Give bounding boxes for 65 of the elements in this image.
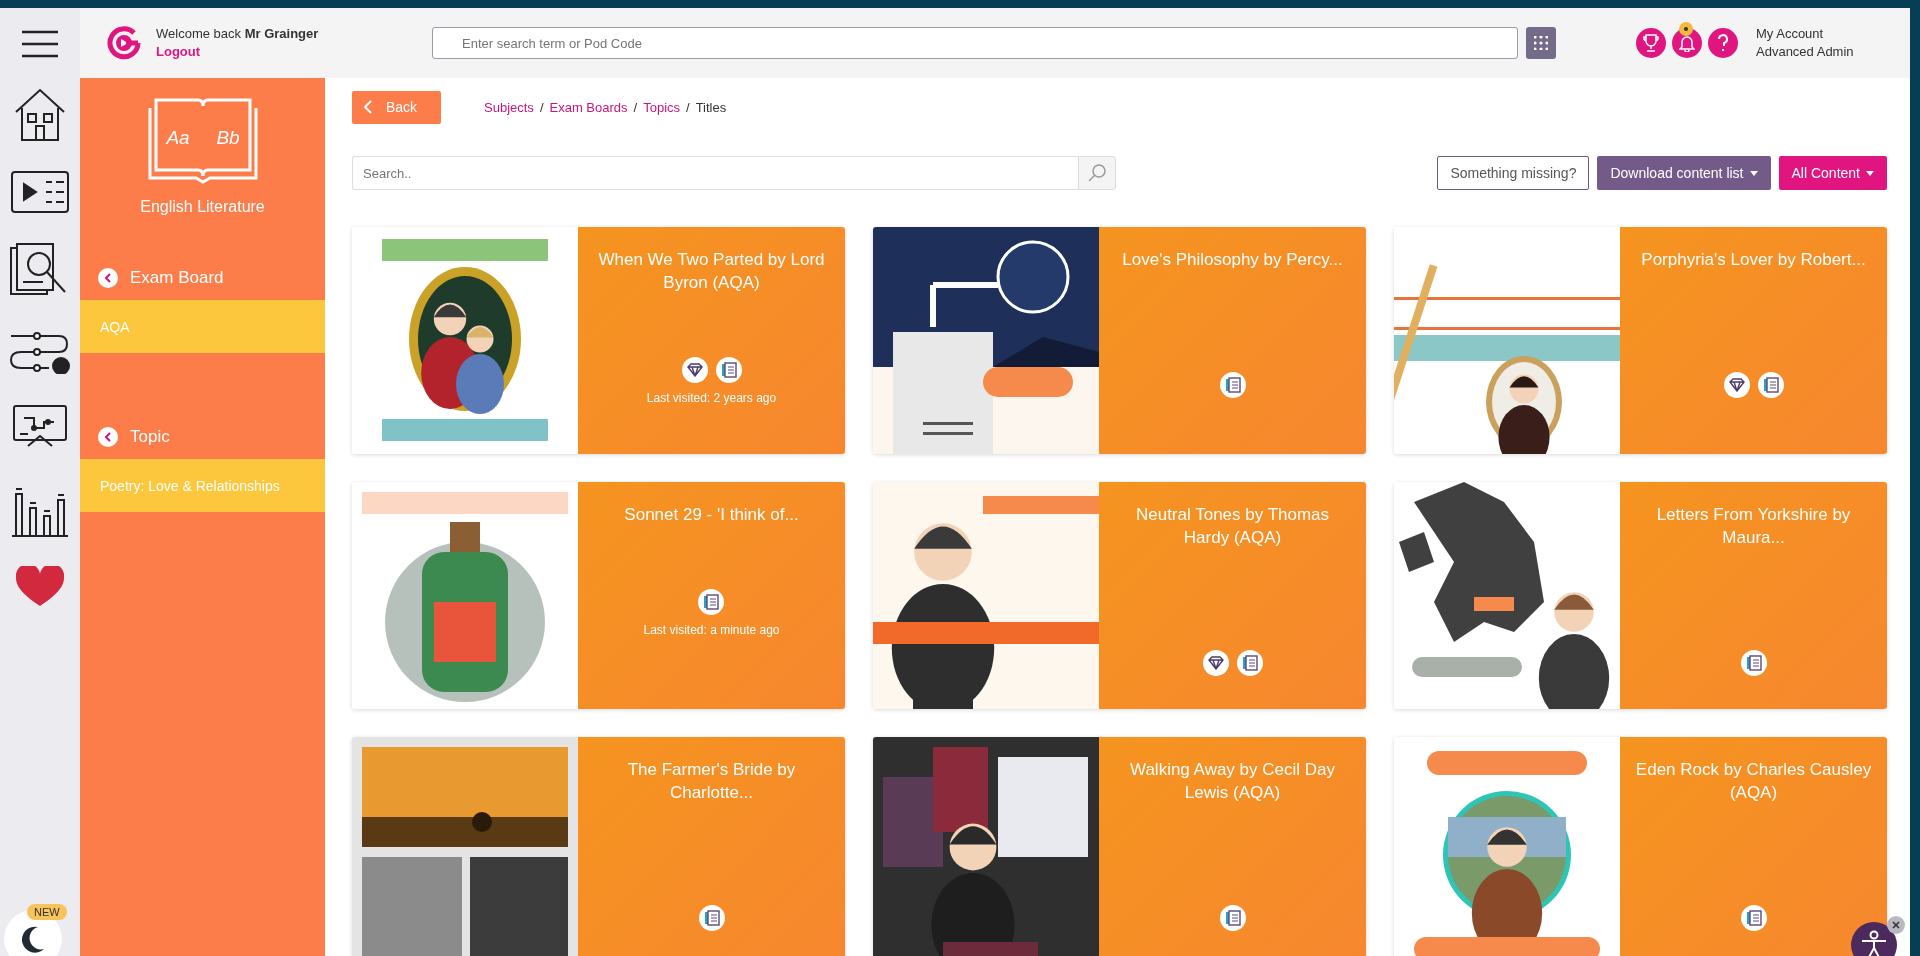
bell-icon <box>1679 34 1695 52</box>
breadcrumb-separator: / <box>539 99 544 115</box>
bar-chart-icon[interactable] <box>10 486 70 538</box>
back-button[interactable]: Back <box>352 90 441 124</box>
content-search-field[interactable]: Search.. <box>352 156 1078 190</box>
close-icon <box>1892 921 1900 929</box>
book-icon[interactable] <box>1740 904 1767 931</box>
logout-link[interactable]: Logout <box>156 43 416 61</box>
breadcrumb-separator: / <box>686 99 690 115</box>
chevron-left-icon <box>98 427 118 447</box>
card-title: The Farmer's Bride by Charlotte... <box>626 759 797 804</box>
new-badge: NEW <box>27 904 67 920</box>
notification-button[interactable] <box>1672 28 1702 58</box>
breadcrumb-link[interactable]: Exam Boards <box>549 99 628 115</box>
content-button[interactable]: Something missing? <box>1437 156 1590 190</box>
dark-mode-button[interactable] <box>4 910 62 956</box>
trophy-icon <box>1643 34 1659 52</box>
card-title: Love's Philosophy by Percy... <box>1122 249 1343 271</box>
book-icon[interactable] <box>1219 904 1246 931</box>
chevron-left-icon <box>98 268 118 288</box>
question-mark-icon <box>1717 34 1729 52</box>
card-title: Walking Away by Cecil Day Lewis (AQA) <box>1129 759 1336 804</box>
book-icon[interactable] <box>1757 371 1784 398</box>
heart-icon[interactable] <box>16 566 64 608</box>
search-field[interactable]: Enter search term or Pod Code <box>432 27 1518 59</box>
card-title: Sonnet 29 - 'I think of... <box>624 504 799 526</box>
chevron-left-icon <box>364 100 372 114</box>
breadcrumb-separator: / <box>633 99 638 115</box>
video-list-icon[interactable] <box>10 170 70 214</box>
logo-icon[interactable] <box>106 25 142 61</box>
person-icon <box>1860 930 1888 956</box>
breadcrumb-link[interactable]: Subjects <box>484 99 534 115</box>
menu-icon[interactable] <box>20 30 60 58</box>
card-title: Porphyria's Lover by Robert... <box>1641 249 1866 271</box>
apps-grid-button[interactable] <box>1526 27 1556 59</box>
last-visited-text: Last visited: 2 years ago <box>646 390 777 405</box>
role-text: Advanced Admin <box>1756 43 1854 61</box>
book-icon[interactable] <box>1219 371 1246 398</box>
welcome-text: Welcome back Mr Grainger <box>156 25 320 43</box>
book-icon[interactable] <box>698 904 725 931</box>
breadcrumb-link[interactable]: Topics <box>643 99 681 115</box>
filter-value[interactable]: AQA <box>80 300 325 353</box>
card-title: Letters From Yorkshire by Maura... <box>1655 504 1852 549</box>
grid-icon <box>1534 36 1548 50</box>
book-icon[interactable] <box>1740 649 1767 676</box>
close-button[interactable] <box>1887 916 1905 934</box>
content-button[interactable]: All Content <box>1778 156 1887 190</box>
account-link[interactable]: My Account <box>1756 25 1854 43</box>
book-icon[interactable] <box>715 356 742 383</box>
card-title: Neutral Tones by Thomas Hardy (AQA) <box>1134 504 1331 549</box>
card-title: When We Two Parted by Lord Byron (AQA) <box>597 249 826 294</box>
filter-heading[interactable]: Topic <box>80 415 325 459</box>
trophy-button[interactable] <box>1636 28 1666 58</box>
book-icon[interactable] <box>698 588 725 615</box>
breadcrumb-current: Titles <box>695 99 727 115</box>
last-visited-text: Last visited: a minute ago <box>643 622 780 637</box>
moon-icon <box>20 925 46 953</box>
help-button[interactable] <box>1708 28 1738 58</box>
subject-title: English Literature <box>140 198 265 216</box>
book-icon[interactable] <box>1236 649 1263 676</box>
search-icon <box>1087 163 1107 183</box>
filter-heading[interactable]: Exam Board <box>80 256 325 300</box>
card-title: Eden Rock by Charles Causley (AQA) <box>1634 759 1873 804</box>
filter-value[interactable]: Poetry: Love & Relationships <box>80 459 325 512</box>
content-button[interactable]: Download content list <box>1597 156 1771 190</box>
